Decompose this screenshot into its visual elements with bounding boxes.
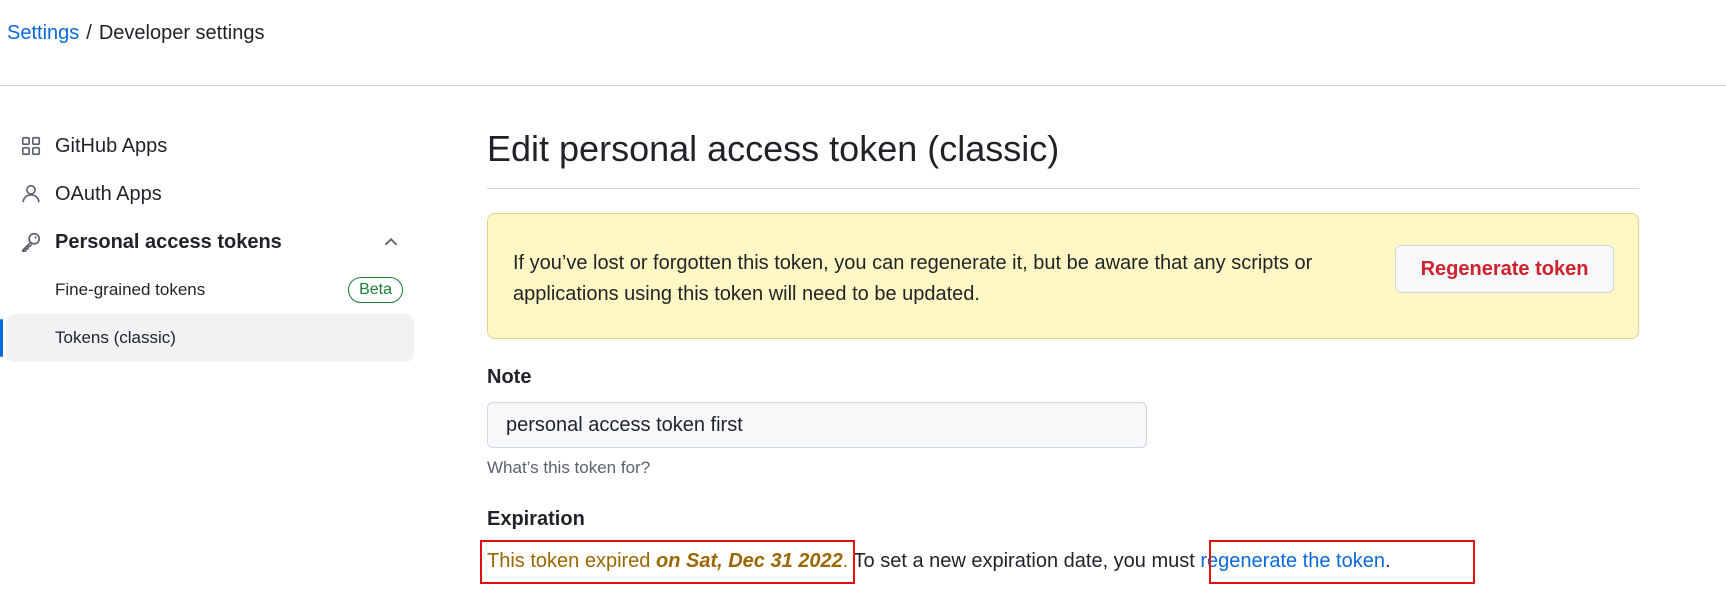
beta-badge: Beta [348,277,403,303]
sidebar-subitem-label: Tokens (classic) [55,328,176,347]
expiration-status: This token expired on Sat, Dec 31 2022. … [487,550,1391,573]
person-icon [19,182,43,206]
regenerate-token-link[interactable]: regenerate the token [1200,550,1385,572]
top-header: Settings / Developer settings [0,0,1726,86]
breadcrumb-settings-link[interactable]: Settings [7,22,79,45]
apps-grid-icon [19,134,43,158]
breadcrumb: Settings / Developer settings [7,22,264,45]
note-hint: What’s this token for? [487,458,651,477]
regenerate-warning-banner: If you’ve lost or forgotten this token, … [487,213,1639,339]
sidebar-item-oauth-apps[interactable]: OAuth Apps [0,170,416,218]
sidebar-item-label: OAuth Apps [55,182,162,205]
sidebar-subitem-tokens-classic[interactable]: Tokens (classic) [6,314,414,362]
sidebar-subitem-fine-grained-tokens[interactable]: Fine-grained tokens Beta [0,266,416,314]
breadcrumb-current: Developer settings [98,22,265,44]
sidebar-item-github-apps[interactable]: GitHub Apps [0,122,416,170]
sidebar-nav: GitHub Apps OAuth Apps Personal access t… [0,122,416,362]
sidebar-subitem-label: Fine-grained tokens [55,280,206,299]
expired-text: This token expired [487,550,656,572]
expired-date: on Sat, Dec 31 2022 [655,550,843,572]
chevron-up-icon[interactable] [380,231,402,253]
page-title: Edit personal access token (classic) [487,128,1060,169]
breadcrumb-separator: / [86,22,92,44]
note-input[interactable] [487,402,1147,448]
expiration-label: Expiration [487,508,585,530]
banner-message: If you’ve lost or forgotten this token, … [513,252,1313,305]
sidebar-item-label: Personal access tokens [55,230,282,253]
regenerate-token-button[interactable]: Regenerate token [1395,245,1614,293]
title-divider [487,188,1639,189]
note-label: Note [487,366,532,388]
sidebar-item-label: GitHub Apps [55,134,168,157]
expiration-instruction: To set a new expiration date, you must [848,550,1201,572]
expiration-suffix: . [1384,550,1391,572]
sidebar-item-personal-access-tokens[interactable]: Personal access tokens [0,218,416,266]
key-icon [19,230,43,254]
